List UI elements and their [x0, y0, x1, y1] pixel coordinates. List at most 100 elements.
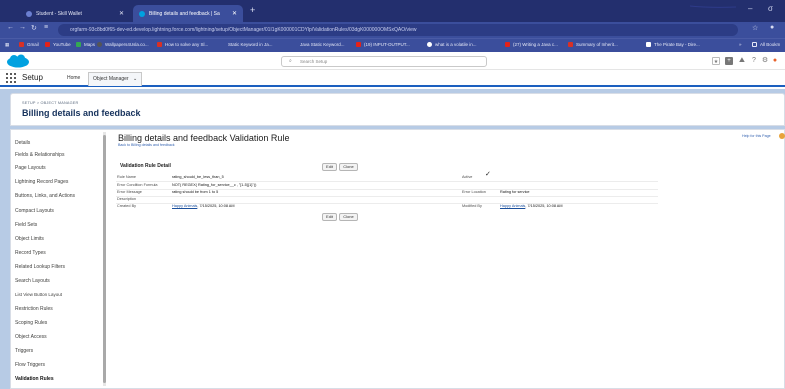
error-location-value: Rating for service: [500, 190, 530, 194]
notifications-bell-icon[interactable]: ●: [771, 57, 779, 65]
sidebar-item-object-limits[interactable]: Object Limits: [15, 236, 44, 242]
back-link[interactable]: Back to Billing details and feedback: [118, 143, 175, 147]
bookmark-inheritance[interactable]: Summary of Inherit...: [568, 42, 618, 47]
forward-arrow-icon[interactable]: →: [19, 24, 26, 31]
bookmarks-bar: ▦ Gmail YouTube Maps Wallpapers4Usla.co.…: [0, 38, 785, 52]
help-icon[interactable]: ?: [750, 57, 758, 65]
page-title: Billing details and feedback: [22, 108, 141, 118]
bookmark-static-keyword[interactable]: Static Keyword in Ja...: [228, 42, 273, 47]
sidebar-item-scoping-rules[interactable]: Scoping Rules: [15, 320, 47, 326]
modified-date: , 7/15/2025, 10:08 AM: [525, 204, 563, 208]
sidebar-item-restriction-rules[interactable]: Restriction Rules: [15, 306, 53, 312]
sidebar-scrollbar-thumb[interactable]: [103, 135, 106, 383]
row-divider: [116, 181, 658, 182]
bookmark-pirate-bay[interactable]: The Pirate Bay - Dire...: [646, 42, 700, 47]
close-tab-icon[interactable]: ✕: [113, 10, 124, 17]
modified-by-value: Happy Animals, 7/15/2025, 10:08 AM: [500, 204, 562, 208]
reload-icon[interactable]: ↻: [31, 24, 37, 32]
all-bookmarks-button[interactable]: All Bookm: [752, 42, 780, 47]
sidebar-item-validation-rules[interactable]: Validation Rules: [15, 376, 54, 382]
salesforce-logo-icon[interactable]: [6, 54, 30, 68]
bookmark-label: All Bookm: [760, 42, 781, 47]
sidebar-item-details[interactable]: Details: [15, 140, 30, 146]
bookmark-label: How to solve any Sl...: [165, 42, 209, 47]
new-tab-button[interactable]: +: [250, 5, 255, 15]
created-by-label: Created By: [117, 204, 136, 208]
sidebar-item-lightning-record-pages[interactable]: Lightning Record Pages: [15, 179, 68, 185]
summary-icon: [568, 42, 573, 47]
sidebar-item-search-layouts[interactable]: Search Layouts: [15, 278, 50, 284]
object-header-card: SETUP > OBJECT MANAGER Billing details a…: [10, 93, 785, 126]
row-divider: [116, 196, 658, 197]
sidebar-item-related-lookup-filters[interactable]: Related Lookup Filters: [15, 264, 65, 270]
settings-gear-icon[interactable]: ⚙: [761, 57, 769, 65]
bookmark-writing-java[interactable]: (27) Writing a Java c...: [505, 42, 558, 47]
video-icon: [157, 42, 162, 47]
folder-icon: [752, 42, 757, 47]
app-navigation: Setup Home Object Manager ⌄: [0, 70, 785, 87]
sidebar-item-list-view-button-layout[interactable]: List View Button Layout: [15, 292, 62, 297]
edit-button-bottom[interactable]: Edit: [322, 213, 337, 221]
rule-name-value: rating_should_be_less_than_5: [172, 175, 224, 179]
wallpapers-icon: [97, 42, 102, 47]
site-info-icon[interactable]: ≡: [44, 24, 48, 31]
browser-tab-billing[interactable]: Billing details and feedback | Sa ✕: [133, 5, 243, 22]
bookmark-label: Static Keyword in Ja...: [228, 42, 273, 47]
active-label: Active: [462, 175, 473, 179]
apps-grid-icon[interactable]: ▦: [5, 42, 9, 48]
trailhead-icon[interactable]: ⛰: [738, 57, 746, 65]
created-by-value: Happy Animals, 7/15/2025, 10:08 AM: [172, 204, 234, 208]
minimize-button[interactable]: –: [748, 4, 752, 13]
bookmark-java-static[interactable]: Java Static Keyword...: [300, 42, 345, 47]
search-icon: ⌕: [289, 58, 292, 64]
bookmark-label: what is a volatile in...: [435, 42, 477, 47]
favorites-icon[interactable]: ★: [712, 57, 720, 65]
global-actions-icon[interactable]: +: [725, 57, 733, 65]
tab-home[interactable]: Home: [67, 75, 80, 81]
app-name: Setup: [22, 73, 43, 82]
bookmark-volatile[interactable]: what is a volatile in...: [427, 42, 477, 47]
bookmark-star-icon[interactable]: ☆: [752, 24, 758, 32]
tab-object-manager[interactable]: Object Manager ⌄: [88, 72, 143, 86]
clone-button[interactable]: Clone: [339, 163, 358, 171]
sidebar-item-record-types[interactable]: Record Types: [15, 250, 46, 256]
sidebar-item-field-sets[interactable]: Field Sets: [15, 222, 37, 228]
app-launcher-icon[interactable]: [6, 73, 16, 83]
chevron-down-icon[interactable]: ⌄: [133, 76, 137, 82]
profile-icon[interactable]: ●: [770, 24, 774, 31]
sidebar-item-triggers[interactable]: Triggers: [15, 348, 33, 354]
bookmark-youtube[interactable]: YouTube: [45, 42, 71, 47]
bookmark-maps[interactable]: Maps: [76, 42, 95, 47]
global-header: ⌕ Search Setup ★ + ⛰ ? ⚙ ●: [0, 52, 785, 70]
sidebar-item-page-layouts[interactable]: Page Layouts: [15, 165, 46, 171]
modified-by-user-link[interactable]: Happy Animals: [500, 204, 525, 208]
help-circle-icon[interactable]: [779, 133, 785, 139]
url-field[interactable]: orgfarm-93c8bd0f65-dev-ed.develop.lightn…: [58, 24, 738, 36]
browser-tab-skill-wallet[interactable]: Student - Skill Wallet ✕: [20, 5, 130, 22]
edit-button[interactable]: Edit: [322, 163, 337, 171]
clone-button-bottom[interactable]: Clone: [339, 213, 358, 221]
bookmark-wallpapers[interactable]: Wallpapers4Usla.co...: [97, 42, 149, 47]
search-placeholder: Search Setup: [300, 59, 328, 64]
bookmark-label: Wallpapers4Usla.co...: [105, 42, 149, 47]
sidebar-item-flow-triggers[interactable]: Flow Triggers: [15, 362, 45, 368]
sidebar-item-object-access[interactable]: Object Access: [15, 334, 47, 340]
maximize-button[interactable]: σ: [768, 4, 773, 13]
search-setup-input[interactable]: ⌕ Search Setup: [281, 56, 487, 67]
bookmark-gmail[interactable]: Gmail: [19, 42, 39, 47]
description-label: Description: [117, 197, 136, 201]
close-tab-icon[interactable]: ✕: [226, 10, 237, 17]
bookmark-label: Java Static Keyword...: [300, 42, 345, 47]
help-for-page-link[interactable]: Help for this Page: [742, 134, 771, 138]
bookmarks-overflow-button[interactable]: »: [739, 42, 742, 47]
breadcrumb[interactable]: SETUP > OBJECT MANAGER: [22, 101, 78, 105]
bookmark-input-output[interactable]: (19) INPUT-OUTPUT...: [356, 42, 410, 47]
back-arrow-icon[interactable]: ←: [7, 24, 14, 31]
created-by-user-link[interactable]: Happy Animals: [172, 204, 197, 208]
sidebar-item-buttons-links-actions[interactable]: Buttons, Links, and Actions: [15, 193, 75, 199]
sidebar-item-compact-layouts[interactable]: Compact Layouts: [15, 208, 54, 214]
bookmark-how-to-solve[interactable]: How to solve any Sl...: [157, 42, 208, 47]
sidebar-item-fields-relationships[interactable]: Fields & Relationships: [15, 152, 64, 158]
tab-label: Billing details and feedback | Sa: [149, 10, 220, 17]
tab-label: Student - Skill Wallet: [36, 10, 82, 17]
